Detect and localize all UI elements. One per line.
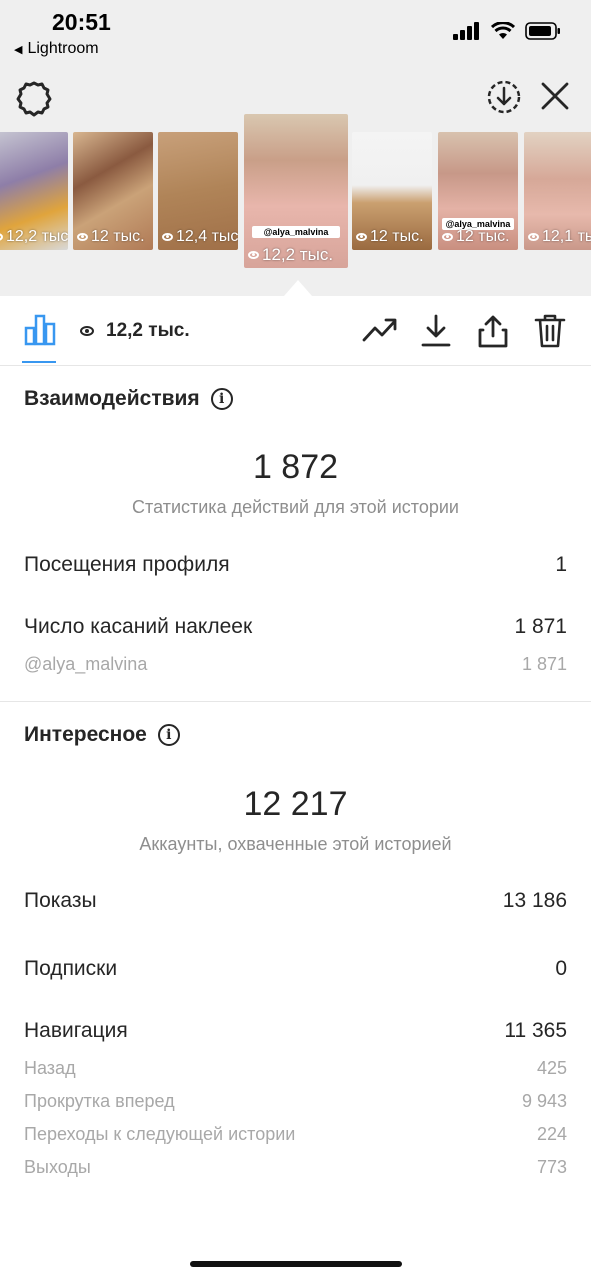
clock: 20:51 <box>52 9 111 35</box>
story-thumbnail[interactable]: 12 тыс. <box>73 132 153 250</box>
active-tab-indicator <box>22 361 56 363</box>
discovery-caption: Аккаунты, охваченные этой историей <box>139 834 452 854</box>
section-divider <box>0 701 591 702</box>
stat-sub-value: 224 <box>536 1124 567 1144</box>
story-thumbnail[interactable]: @alya_malvina 12 тыс. <box>438 132 518 250</box>
eye-icon <box>248 251 259 259</box>
stat-label: Навигация <box>24 1019 128 1042</box>
interactions-section-title: Взаимодействия i <box>24 387 233 411</box>
wifi-icon <box>491 22 515 39</box>
story-thumbnail[interactable]: 12,1 тыс. <box>524 132 591 250</box>
back-to-app-link[interactable]: ◀ Lightroom <box>14 40 99 58</box>
stat-row: Показы 13 186 <box>24 889 567 913</box>
eye-icon <box>442 233 453 241</box>
stat-sub-value: 1 871 <box>521 654 567 674</box>
stat-sub-value: 425 <box>536 1058 567 1078</box>
stat-sub-row: Переходы к следующей истории 224 <box>24 1124 567 1145</box>
thumbnail-views: 12,2 тыс. <box>0 228 68 246</box>
thumbnail-views: 12,2 тыс. <box>248 245 333 265</box>
interactions-total: 1 872 <box>252 448 339 486</box>
discovery-total: 12 217 <box>243 785 348 823</box>
selected-story-pointer <box>284 280 312 296</box>
story-thumbnail-selected[interactable]: @alya_malvina 12,2 тыс. <box>244 114 348 268</box>
insights-chart-icon[interactable] <box>24 314 56 346</box>
story-views-value: 12,2 тыс. <box>106 320 190 341</box>
interactions-caption: Статистика действий для этой истории <box>132 497 459 517</box>
stat-sub-label: Прокрутка вперед <box>24 1091 175 1111</box>
stat-label: Число касаний наклеек <box>24 615 253 638</box>
settings-icon[interactable] <box>15 80 53 118</box>
stat-row: Навигация 11 365 <box>24 1019 567 1043</box>
eye-icon <box>162 233 173 241</box>
interactions-title: Взаимодействия <box>24 387 200 410</box>
stat-sub-row: Выходы 773 <box>24 1157 567 1178</box>
stat-label: Подписки <box>24 957 118 980</box>
stat-value: 13 186 <box>502 889 567 912</box>
discovery-title: Интересное <box>24 723 147 746</box>
eye-icon <box>0 233 3 241</box>
insights-action-bar: 12,2 тыс. <box>0 296 591 366</box>
delete-icon[interactable] <box>534 314 566 348</box>
battery-icon <box>525 22 560 40</box>
stat-sub-value: 773 <box>536 1157 567 1177</box>
eye-icon <box>77 233 88 241</box>
info-icon[interactable]: i <box>157 724 180 746</box>
mention-sticker: @alya_malvina <box>252 226 340 238</box>
close-icon[interactable] <box>540 81 570 111</box>
eye-icon <box>356 233 367 241</box>
save-story-icon[interactable] <box>486 79 522 115</box>
stat-sub-label: Выходы <box>24 1157 91 1177</box>
stat-sub-row: Назад 425 <box>24 1058 567 1079</box>
stat-sub-label: Переходы к следующей истории <box>24 1124 296 1144</box>
stat-sub-label: Назад <box>24 1058 76 1078</box>
stat-value: 1 <box>555 553 567 576</box>
eye-icon <box>528 233 539 241</box>
story-thumbnail-strip[interactable]: 12,2 тыс. 12 тыс. 12,4 тыс. @alya_malvin… <box>0 114 591 274</box>
story-thumbnail[interactable]: 12,2 тыс. <box>0 132 68 250</box>
promote-trend-icon[interactable] <box>362 314 398 346</box>
story-header-area: 20:51 ◀ Lightroom 12,2 тыс. 12 тыс. 12,4… <box>0 0 591 296</box>
stat-row: Число касаний наклеек 1 871 <box>24 615 567 639</box>
download-icon[interactable] <box>420 314 452 348</box>
signal-icon <box>453 22 479 40</box>
thumbnail-views: 12 тыс. <box>77 228 145 246</box>
thumbnail-views: 12 тыс. <box>442 228 510 246</box>
stat-value: 1 871 <box>514 615 567 638</box>
status-bar: 20:51 ◀ Lightroom <box>0 0 591 70</box>
back-arrow-icon: ◀ <box>14 43 23 56</box>
info-icon[interactable]: i <box>210 388 233 410</box>
thumbnail-views: 12 тыс. <box>356 228 424 246</box>
share-icon[interactable] <box>477 314 509 348</box>
eye-icon <box>80 326 94 336</box>
system-icons <box>453 22 561 40</box>
back-app-label: Lightroom <box>27 40 99 57</box>
stat-sub-row: @alya_malvina 1 871 <box>24 654 567 675</box>
discovery-section-title: Интересное i <box>24 723 180 747</box>
stat-row: Подписки 0 <box>24 957 567 981</box>
stat-sub-row: Прокрутка вперед 9 943 <box>24 1091 567 1112</box>
story-thumbnail[interactable]: 12,4 тыс. <box>158 132 238 250</box>
stat-value: 0 <box>555 957 567 980</box>
stat-row: Посещения профиля 1 <box>24 553 567 577</box>
stat-sub-value: 9 943 <box>521 1091 567 1111</box>
stat-label: Посещения профиля <box>24 553 230 576</box>
story-thumbnail[interactable]: 12 тыс. <box>352 132 432 250</box>
story-views: 12,2 тыс. <box>80 320 190 342</box>
stat-label: Показы <box>24 889 97 912</box>
stat-value: 11 365 <box>504 1019 567 1042</box>
home-indicator[interactable] <box>190 1261 402 1267</box>
thumbnail-views: 12,4 тыс. <box>162 228 238 246</box>
thumbnail-views: 12,1 тыс. <box>528 228 591 246</box>
stat-sub-label: @alya_malvina <box>24 654 148 674</box>
